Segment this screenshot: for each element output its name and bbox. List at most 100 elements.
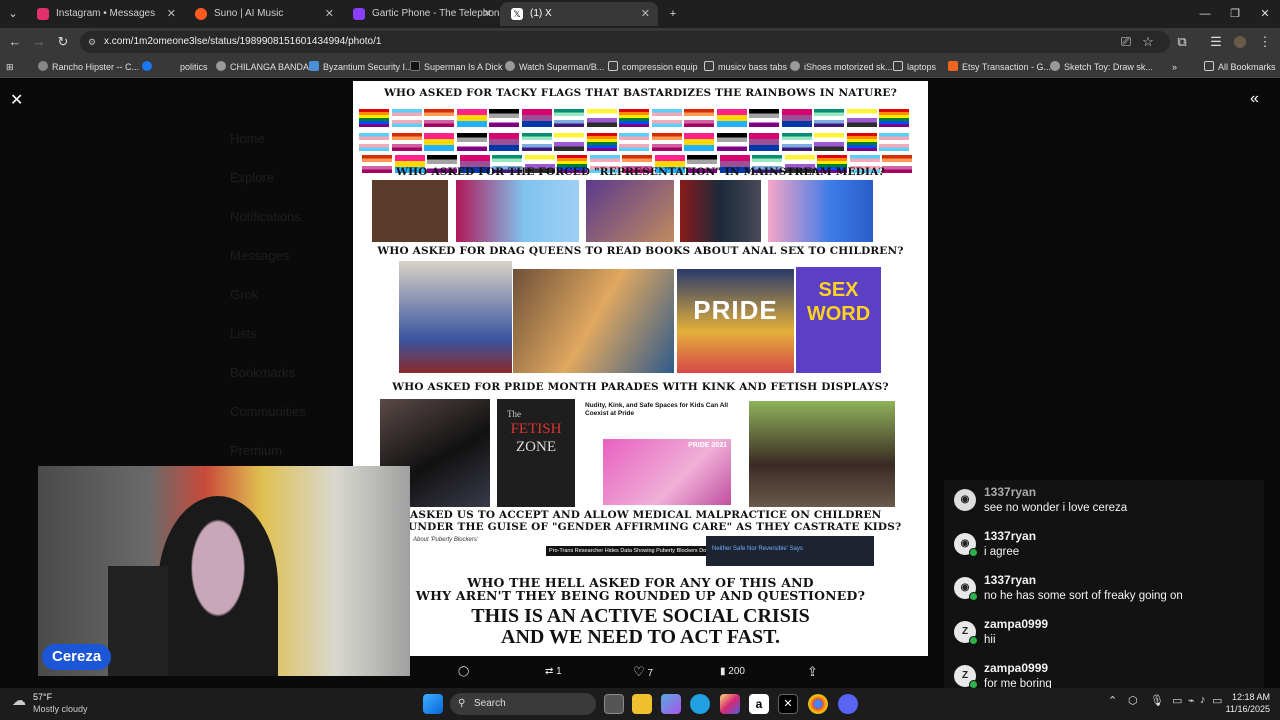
profile-avatar[interactable] (1229, 30, 1251, 54)
bookmark-star-icon[interactable]: ☆ (1137, 30, 1159, 54)
pride-flag (586, 109, 617, 127)
pride-flag (749, 109, 779, 127)
window-close-icon[interactable]: ✕ (1250, 0, 1280, 28)
like-count: 7 (647, 668, 653, 679)
chat-avatar: Z (954, 621, 978, 645)
tab-suno[interactable]: Suno | AI Music ✕ (184, 2, 342, 26)
folder-icon (608, 61, 618, 71)
tab-gartic[interactable]: Gartic Phone - The Telephone G✕ (342, 2, 500, 26)
tab-x[interactable]: 𝕏 (1) X ✕ (500, 2, 658, 26)
display-icon[interactable]: ▭ (1172, 694, 1182, 707)
bookmark-watch-superman[interactable]: Watch Superman/B... (505, 58, 604, 76)
start-windows-icon[interactable] (423, 694, 443, 714)
restore-icon[interactable]: ❐ (1220, 0, 1250, 28)
bookmark-politics[interactable]: politics (142, 58, 208, 76)
copilot-icon[interactable] (661, 694, 681, 714)
bookmark-rancho[interactable]: Rancho Hipster -- C... (38, 58, 139, 76)
amazon-icon[interactable]: a (749, 694, 769, 714)
bookmark-byzantium[interactable]: Byzantium Security I... (309, 58, 413, 76)
clock-date[interactable]: 11/16/2025 (1222, 704, 1270, 714)
tab-instagram[interactable]: Instagram • Messages ✕ (26, 2, 184, 26)
extensions-icon[interactable]: ⧉ (1171, 30, 1193, 54)
bookmark-sketch-toy[interactable]: Sketch Toy: Draw sk... (1050, 58, 1153, 76)
chat-message: ◉ 1337ryan i agree (954, 529, 1254, 569)
taskbar-search[interactable]: ⚲ Search (450, 693, 596, 715)
bookmark-compression[interactable]: compression equip (608, 58, 698, 76)
meme-heading-rounded-up: WHY AREN'T THEY BEING ROUNDED UP AND QUE… (415, 588, 866, 603)
all-bookmarks[interactable]: All Bookmarks (1204, 58, 1276, 76)
chat-avatar: Z (954, 665, 978, 689)
new-tab-icon[interactable]: + (658, 0, 688, 28)
minimize-icon[interactable]: — (1190, 0, 1220, 28)
pride-flag (619, 133, 649, 151)
reply-icon[interactable]: ◯ (458, 662, 469, 682)
tray-overflow-icon[interactable]: ⌃ (1108, 694, 1117, 707)
bookmark-label: laptops (907, 62, 937, 72)
retweet-button[interactable]: ⇄ 1 (545, 662, 562, 682)
close-icon[interactable]: ✕ (325, 2, 334, 26)
folder-icon (1204, 61, 1214, 71)
instagram-app-icon[interactable] (720, 694, 740, 714)
ghost-nav-messages: Messages (230, 248, 290, 263)
x-app-icon[interactable]: ✕ (778, 694, 798, 714)
tab-search-icon[interactable]: ⌄ (0, 0, 26, 28)
pride-flag (586, 133, 617, 151)
apps-grid-icon[interactable]: ⊞ (6, 58, 14, 76)
reload-icon[interactable]: ↻ (52, 30, 74, 54)
battery-icon[interactable]: ▭ (1212, 694, 1222, 707)
edge-icon[interactable] (690, 694, 710, 714)
bookmark-laptops[interactable]: laptops (893, 58, 936, 76)
forward-icon[interactable]: → (28, 30, 50, 54)
weather-temp[interactable]: 57°F (33, 692, 52, 702)
collapse-sidebar-icon[interactable]: « (1250, 90, 1259, 108)
pride-flag (781, 109, 812, 127)
close-viewer-icon[interactable]: ✕ (10, 90, 23, 110)
back-icon[interactable]: ← (4, 30, 26, 54)
network-icon[interactable]: ⌁ (1188, 694, 1195, 707)
bookmark-etsy[interactable]: Etsy Transaction - G... (948, 58, 1051, 76)
close-icon[interactable]: ✕ (483, 2, 492, 26)
meme-heading-media: WHO ASKED FOR THE FORCED "REPRESENTATION… (396, 166, 885, 178)
pride-flag (716, 133, 747, 151)
clock-time[interactable]: 12:18 AM (1226, 692, 1270, 702)
fetish-zone-sign: The FETISH ZONE (497, 399, 575, 507)
microphone-arm (108, 566, 168, 676)
views-button[interactable]: ▮ 200 (720, 662, 745, 682)
pride-flag (651, 133, 682, 151)
weather-desc[interactable]: Mostly cloudy (33, 704, 88, 714)
bookmark-superman[interactable]: Superman Is A Dick (410, 58, 503, 76)
discord-icon[interactable] (838, 694, 858, 714)
site-info-icon[interactable]: ⚙ (88, 31, 96, 53)
post-image: WHO ASKED FOR TACKY FLAGS THAT BASTARDIZ… (353, 81, 928, 656)
bookmark-label: Rancho Hipster -- C... (52, 62, 140, 72)
chat-text: i agree (984, 546, 1020, 558)
close-icon[interactable]: ✕ (167, 2, 176, 26)
more-bookmarks-icon[interactable]: » (1172, 58, 1177, 76)
reading-list-icon[interactable]: ☰ (1205, 30, 1227, 54)
volume-icon[interactable]: ♪ (1200, 694, 1206, 706)
pride-book-title: PRIDE (693, 295, 778, 325)
bookmark-ishoes[interactable]: iShoes motorized sk... (790, 58, 893, 76)
meme-heading-flags: WHO ASKED FOR TACKY FLAGS THAT BASTARDIZ… (384, 87, 897, 99)
heart-icon: ♡ (633, 664, 645, 679)
microphone-icon[interactable]: 🎙 (1150, 694, 1164, 707)
close-icon[interactable]: ✕ (641, 2, 650, 26)
address-bar[interactable]: ⚙ x.com/1m2omeone3lse/status/198990815160… (80, 31, 1170, 53)
bookmark-chilanga[interactable]: CHILANGA BANDA (216, 58, 309, 76)
chrome-icon[interactable] (808, 694, 828, 714)
online-badge-icon (969, 592, 978, 601)
tray-app-icon[interactable]: ⬡ (1128, 694, 1138, 707)
cast-icon[interactable]: ⎚ (1115, 30, 1137, 54)
bookmark-label: compression equip (622, 62, 698, 72)
like-button[interactable]: ♡ 7 (633, 662, 653, 682)
pride-flag (456, 133, 487, 151)
task-view-icon[interactable] (604, 694, 624, 714)
pride-flag (879, 133, 909, 151)
share-icon[interactable]: ⇪ (807, 662, 818, 682)
bookmark-bass-tabs[interactable]: musicv bass tabs (704, 58, 787, 76)
parade-photo-2 (749, 401, 895, 507)
file-explorer-icon[interactable] (632, 694, 652, 714)
chat-text: no he has some sort of freaky going on (984, 590, 1183, 602)
menu-icon[interactable]: ⋮ (1254, 30, 1276, 54)
view-count: 200 (728, 666, 745, 677)
